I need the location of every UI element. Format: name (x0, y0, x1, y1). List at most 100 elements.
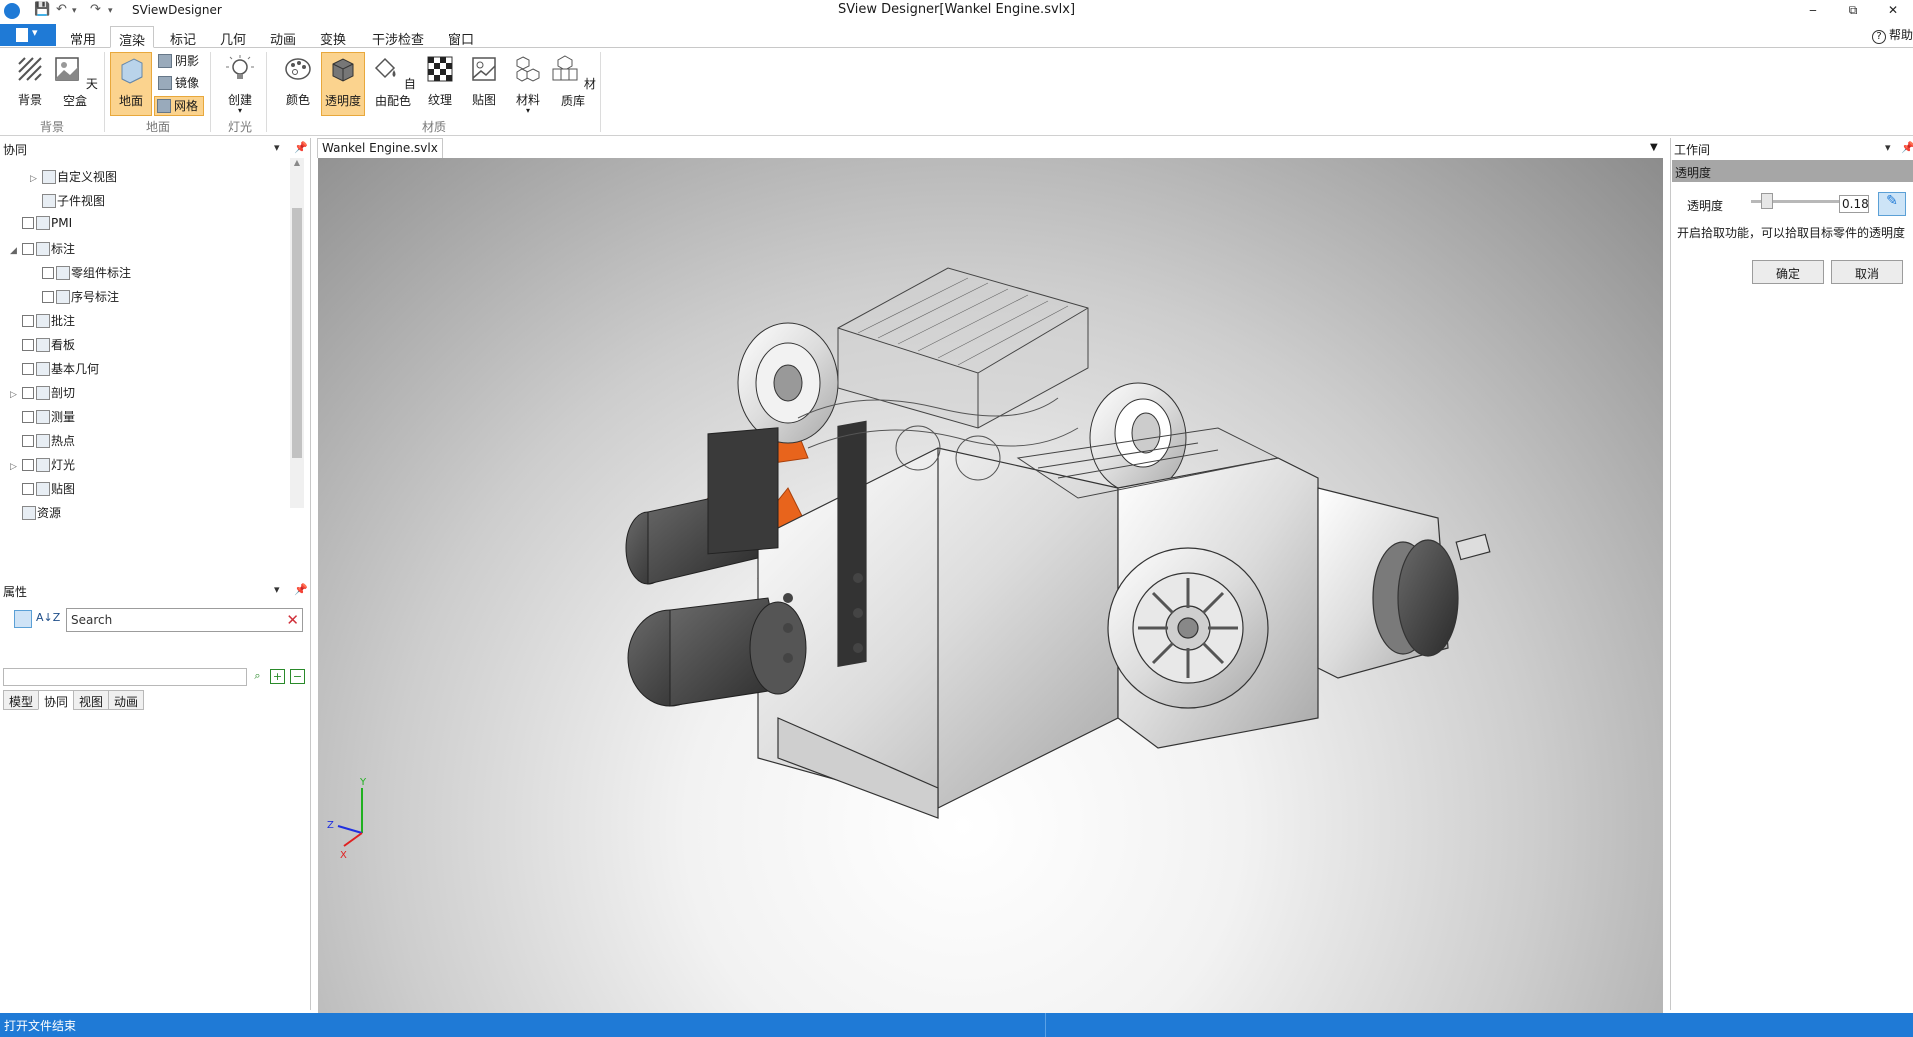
tree-checkbox[interactable] (42, 291, 54, 303)
tab-view[interactable]: 视图 (73, 690, 110, 710)
tree-item[interactable]: 序号标注 (30, 288, 119, 308)
skybox-icon (55, 57, 79, 81)
background-button[interactable]: 背景 (10, 52, 50, 116)
tree-item-label: 零组件标注 (71, 266, 132, 280)
tab-window[interactable]: 窗口 (440, 26, 482, 48)
decal-button[interactable]: 贴图 (464, 52, 504, 116)
tree-expander-icon[interactable]: ◢ (10, 246, 22, 256)
panel-menu-icon[interactable]: ▾ (1885, 141, 1891, 154)
pin-icon[interactable]: 📌 (1901, 141, 1913, 154)
tree-checkbox[interactable] (22, 339, 34, 351)
tree-checkbox[interactable] (22, 387, 34, 399)
eyedropper-button[interactable]: ✎ (1878, 192, 1906, 216)
tree-item-label: 批注 (51, 314, 76, 328)
window-title: SView Designer[Wankel Engine.svlx] (837, 2, 1076, 17)
free-color-button[interactable]: 自由配色 (368, 52, 418, 116)
tree-checkbox[interactable] (22, 459, 34, 471)
tree-node-icon (36, 314, 50, 328)
tab-transform[interactable]: 变换 (312, 26, 354, 48)
tree-checkbox[interactable] (22, 483, 34, 495)
tree-item[interactable]: 零组件标注 (30, 264, 131, 284)
tree-checkbox[interactable] (42, 267, 54, 279)
file-menu-button[interactable]: ▾ (0, 24, 56, 46)
panel-menu-icon[interactable]: ▾ (274, 141, 280, 154)
clear-search-icon[interactable]: ✕ (286, 611, 299, 629)
tree-scrollbar[interactable]: ▲ (290, 158, 304, 508)
tree-node-icon (56, 266, 70, 280)
grid-icon (157, 99, 171, 113)
property-search-input[interactable]: Search ✕ (66, 608, 303, 632)
library-icon (552, 55, 578, 81)
ok-button[interactable]: 确定 (1752, 260, 1824, 284)
material-library-button[interactable]: 材质库 (550, 52, 596, 116)
tree-node-icon (36, 410, 50, 424)
tree-item[interactable]: 看板 (10, 336, 75, 356)
shadow-button[interactable]: 阴影 (156, 52, 199, 72)
create-light-button[interactable]: 创建 ▾ (220, 52, 260, 116)
tab-animation-panel[interactable]: 动画 (108, 690, 145, 710)
help-button[interactable]: ? 帮助 (1871, 26, 1913, 44)
mirror-button[interactable]: 镜像 (156, 74, 199, 94)
axis-y-label: Y (359, 777, 367, 788)
transparency-value-input[interactable]: 0.18 (1839, 195, 1869, 213)
tree-item[interactable]: 热点 (10, 432, 75, 452)
tree-checkbox[interactable] (22, 435, 34, 447)
minimize-button[interactable]: ‒ (1802, 3, 1824, 19)
tree-item[interactable]: ▷ 剖切 (10, 384, 75, 404)
cancel-button[interactable]: 取消 (1831, 260, 1903, 284)
restore-button[interactable]: ⧉ (1842, 3, 1864, 19)
tree-expander-icon[interactable]: ▷ (10, 390, 22, 400)
3d-viewport[interactable]: Y Z X (318, 158, 1663, 1014)
tree-item[interactable]: 测量 (10, 408, 75, 428)
collapse-all-icon[interactable]: − (290, 669, 305, 684)
tree-checkbox[interactable] (22, 217, 34, 229)
tree-item[interactable]: 贴图 (10, 480, 75, 500)
tree-expander-icon[interactable]: ▷ (30, 174, 42, 184)
panel-menu-icon[interactable]: ▾ (274, 583, 280, 596)
tree-checkbox[interactable] (22, 363, 34, 375)
tree-item[interactable]: ▷ 灯光 (10, 456, 75, 476)
transparency-slider-thumb[interactable] (1760, 193, 1773, 209)
decal-label: 贴图 (471, 93, 496, 107)
tab-collab[interactable]: 协同 (38, 690, 75, 710)
document-list-dropdown-icon[interactable]: ▼ (1650, 142, 1658, 153)
tree-item[interactable]: 子件视图 (30, 192, 105, 212)
tree-item[interactable]: ▷ 自定义视图 (30, 168, 117, 188)
tree-node-icon (36, 242, 50, 256)
tree-item[interactable]: 基本几何 (10, 360, 99, 380)
pin-icon[interactable]: 📌 (294, 583, 308, 596)
tab-geometry[interactable]: 几何 (212, 26, 254, 48)
tree-checkbox[interactable] (22, 315, 34, 327)
tree-item[interactable]: ◢ 标注 (10, 240, 75, 260)
close-button[interactable]: ✕ (1882, 3, 1904, 19)
tree-search-input[interactable] (3, 668, 247, 686)
tree-checkbox[interactable] (22, 411, 34, 423)
pin-icon[interactable]: 📌 (294, 141, 308, 154)
material-button[interactable]: 材料 ▾ (508, 52, 548, 116)
texture-button[interactable]: 纹理 (420, 52, 460, 116)
document-tab[interactable]: Wankel Engine.svlx (317, 138, 443, 158)
tab-render[interactable]: 渲染 (110, 26, 155, 49)
grid-button[interactable]: 网格 (154, 96, 204, 116)
transparency-button[interactable]: 透明度 (321, 52, 365, 116)
sort-alpha-icon[interactable]: A↓Z (36, 611, 60, 624)
tree-item[interactable]: 批注 (10, 312, 75, 332)
tab-animation[interactable]: 动画 (262, 26, 304, 48)
scrollbar-thumb[interactable] (292, 208, 302, 458)
scroll-up-icon[interactable]: ▲ (290, 158, 304, 167)
tree-item[interactable]: 资源 (10, 504, 61, 524)
skybox-button[interactable]: 天空盒 (52, 52, 98, 116)
tree-item[interactable]: PMI (10, 216, 72, 236)
chevron-down-icon: ▾ (32, 26, 38, 39)
tree-checkbox[interactable] (22, 243, 34, 255)
tab-model[interactable]: 模型 (3, 690, 40, 710)
categorized-view-icon[interactable] (14, 610, 32, 628)
tab-common[interactable]: 常用 (62, 26, 104, 48)
tab-markup[interactable]: 标记 (162, 26, 204, 48)
color-button[interactable]: 颜色 (278, 52, 318, 116)
ground-button[interactable]: 地面 (110, 52, 152, 116)
expand-all-icon[interactable]: + (270, 669, 285, 684)
search-icon[interactable]: ⌕ (250, 669, 265, 684)
tree-expander-icon[interactable]: ▷ (10, 462, 22, 472)
tab-interference[interactable]: 干涉检查 (364, 26, 432, 48)
